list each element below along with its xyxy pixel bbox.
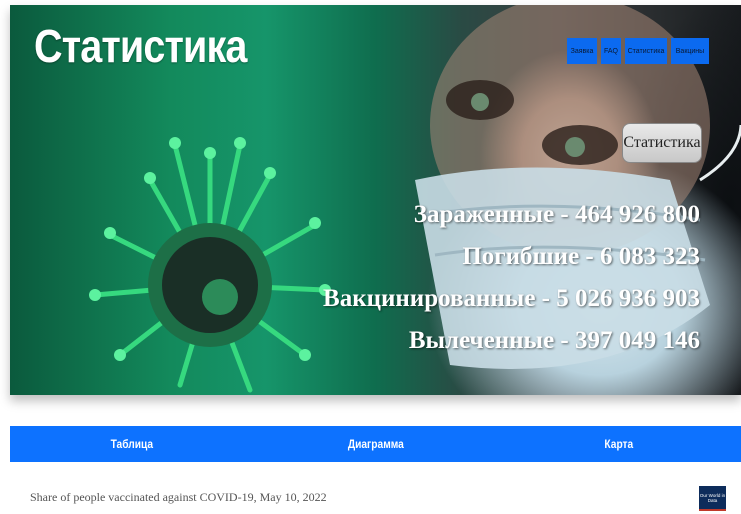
nav-vaccines-button[interactable]: Вакцины — [671, 38, 709, 64]
view-tabs: Таблица Диаграмма Карта — [10, 426, 741, 462]
tab-map[interactable]: Карта — [516, 426, 723, 462]
tab-table[interactable]: Таблица — [28, 426, 235, 462]
page-title: Статистика — [34, 20, 247, 72]
stat-recovered: Вылеченные - 397 049 146 — [408, 327, 700, 354]
stat-vaccinated: Вакцинированные - 5 026 936 903 — [323, 285, 700, 312]
hero-banner: Статистика Заявка FAQ Статистика Вакцины… — [10, 5, 741, 395]
stats-list: Зараженные - 464 926 800 Погибшие - 6 08… — [323, 201, 700, 369]
owid-logo[interactable]: Our World in Data — [699, 486, 726, 511]
top-nav: Заявка FAQ Статистика Вакцины — [567, 38, 709, 64]
tab-diagram[interactable]: Диаграмма — [272, 426, 479, 462]
nav-statistics-button[interactable]: Статистика — [625, 38, 667, 64]
stat-infected: Зараженные - 464 926 800 — [413, 201, 700, 228]
chart-caption: Share of people vaccinated against COVID… — [30, 490, 327, 504]
nav-request-button[interactable]: Заявка — [567, 38, 597, 64]
stat-deaths: Погибшие - 6 083 323 — [462, 243, 700, 270]
statistics-button[interactable]: Статистика — [622, 123, 702, 163]
nav-faq-button[interactable]: FAQ — [601, 38, 621, 64]
